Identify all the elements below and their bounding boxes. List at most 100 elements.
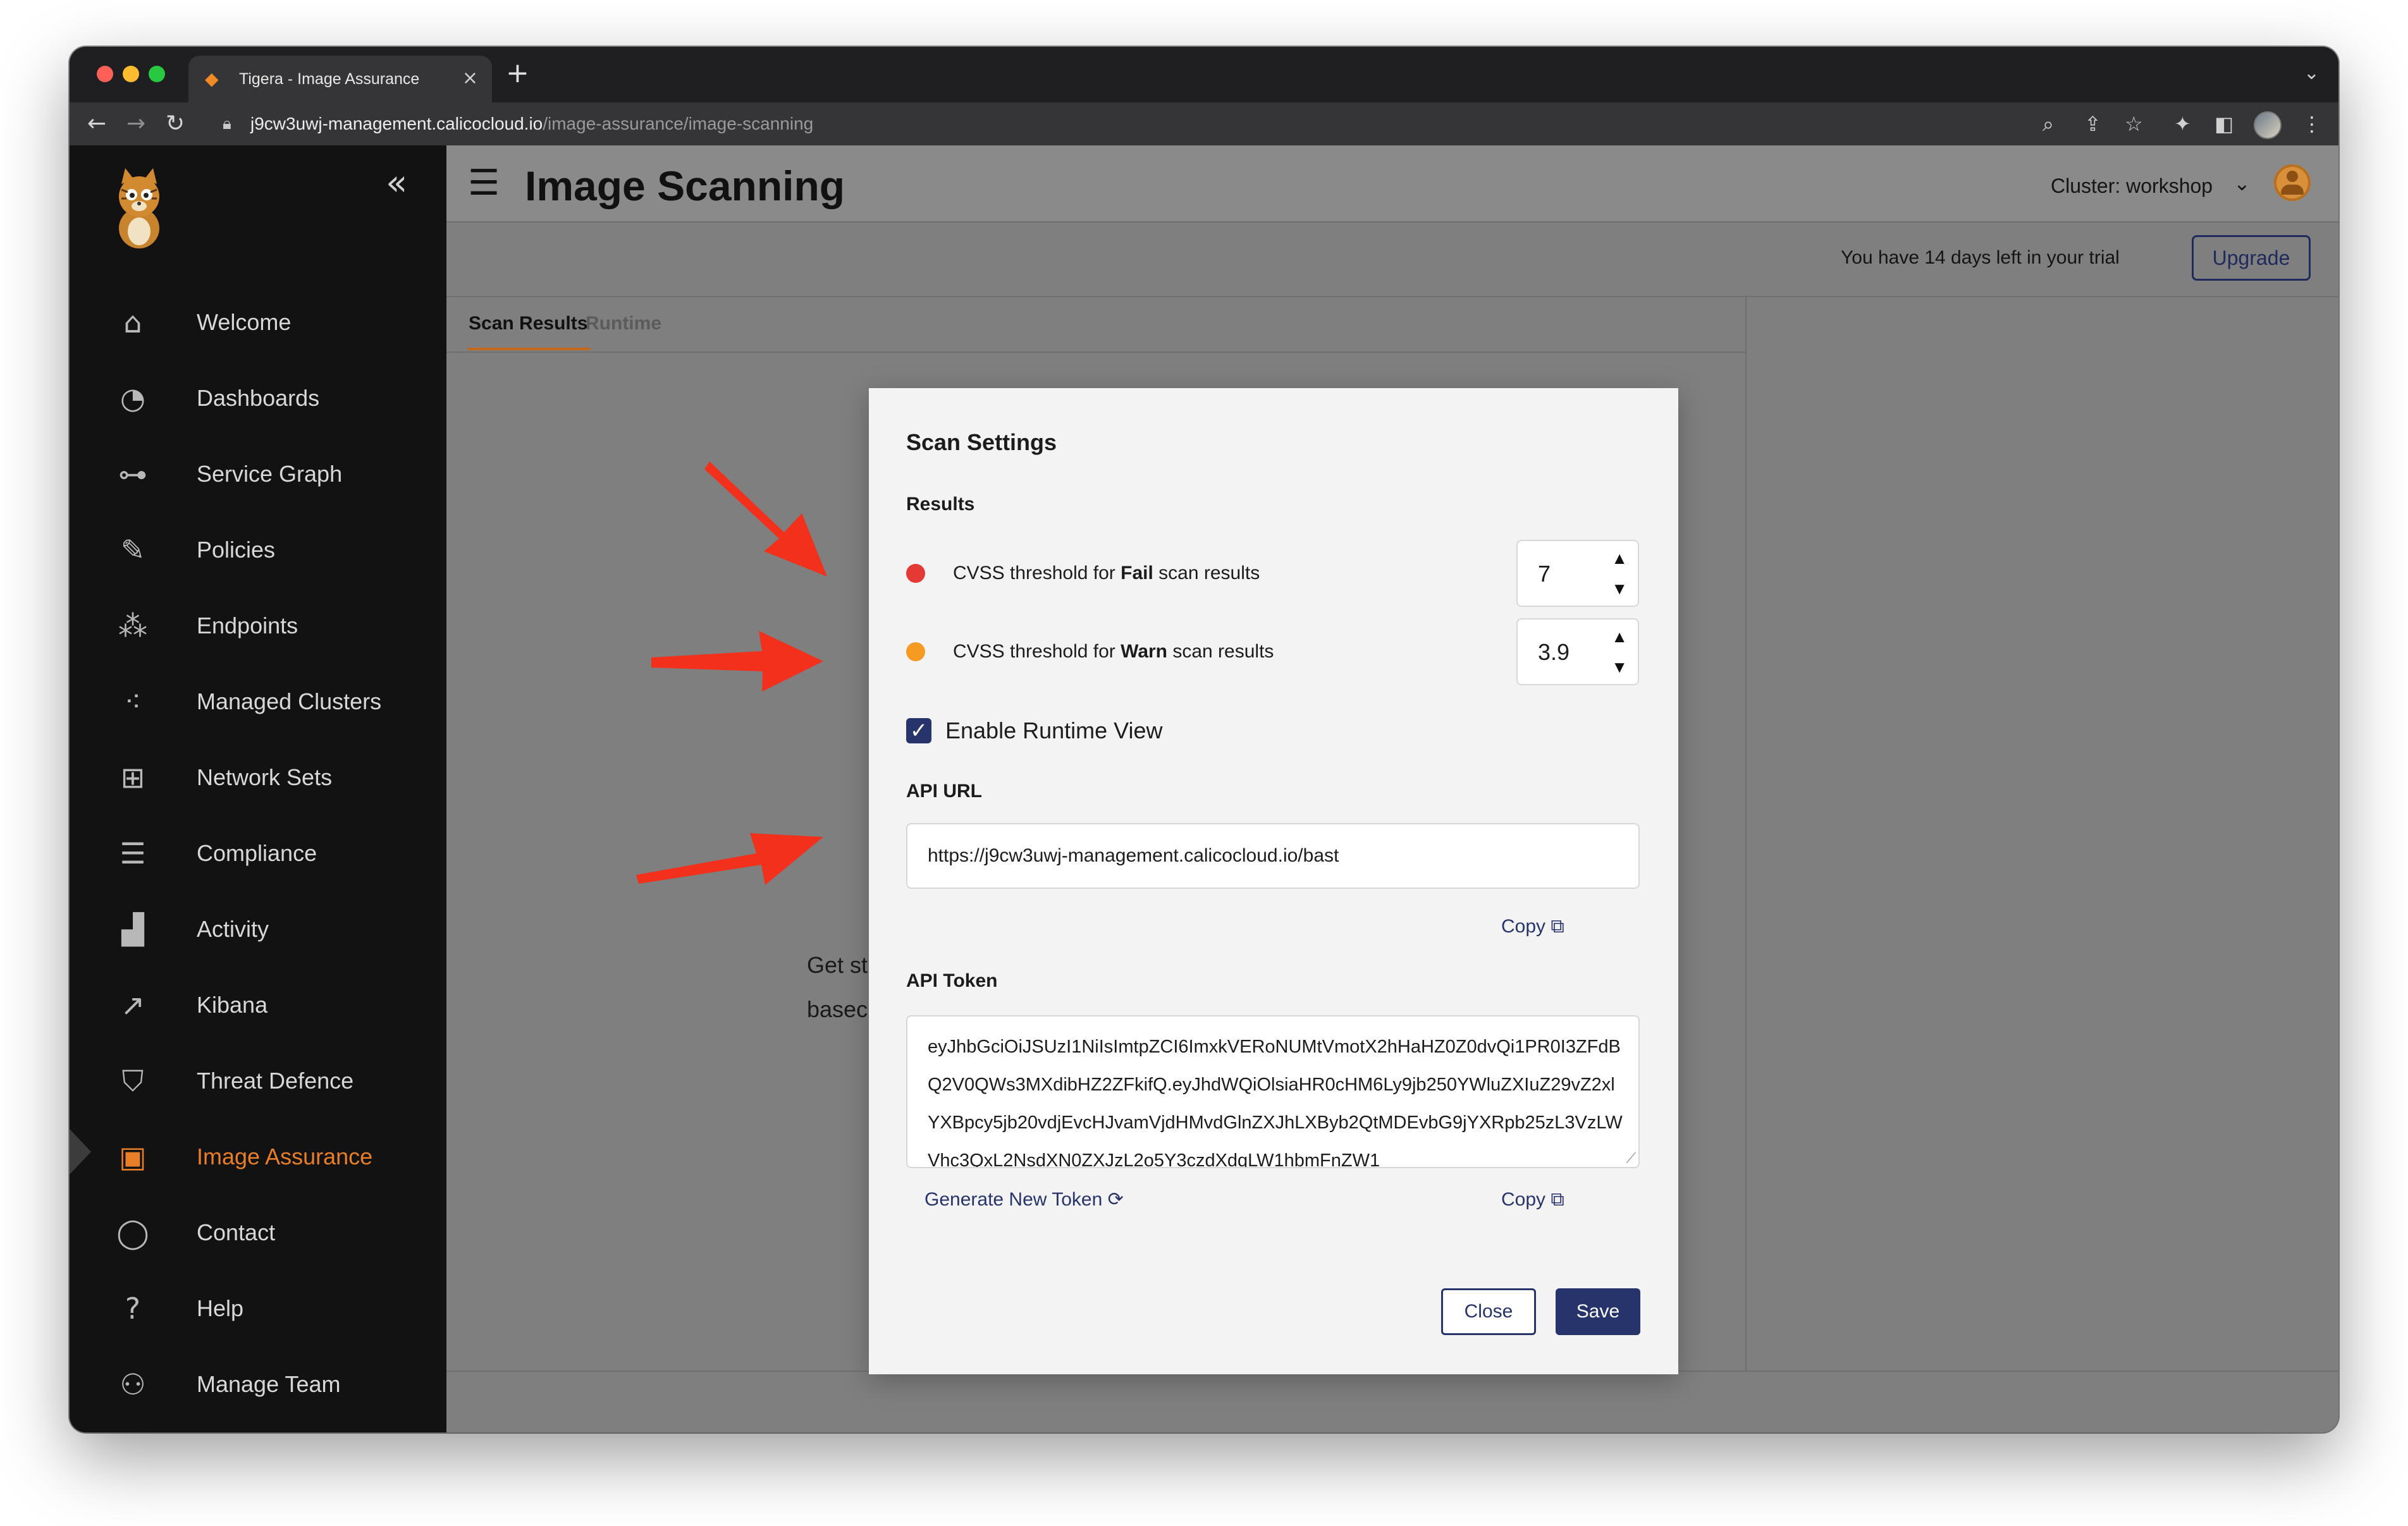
collapse-sidebar-icon[interactable]: « [386, 164, 407, 202]
fail-label-prefix: CVSS threshold for [953, 563, 1121, 583]
sidebar-item-manage-team[interactable]: ⚇ Manage Team [70, 1349, 446, 1412]
fail-label-suffix: scan results [1153, 563, 1260, 583]
active-tab-indicator [468, 348, 591, 350]
api-url-value[interactable]: https://j9cw3uwj-management.calicocloud.… [928, 843, 1339, 869]
hamburger-menu-icon[interactable]: ☰ [468, 164, 500, 202]
side-panel-icon[interactable]: ◧ [2214, 110, 2233, 138]
tab-search-chevron-icon[interactable]: ⌄ [2304, 59, 2319, 87]
copy-token-button[interactable]: Copy ⧉ [1501, 1187, 1564, 1212]
sidebar-item-activity[interactable]: ▟ Activity [70, 894, 446, 957]
sidebar-item-kibana[interactable]: ↗ Kibana [70, 970, 446, 1033]
sidebar-item-managed-clusters[interactable]: ⁖ Managed Clusters [70, 666, 446, 729]
extensions-puzzle-icon[interactable]: ✦ [2174, 110, 2191, 138]
bookmark-star-icon[interactable]: ☆ [2125, 110, 2143, 138]
save-button[interactable]: Save [1556, 1288, 1640, 1335]
browser-menu-icon[interactable]: ⋮ [2302, 110, 2322, 138]
sidebar-item-network-sets[interactable]: ⊞ Network Sets [70, 742, 446, 805]
fail-threshold-value[interactable]: 7 [1538, 559, 1551, 589]
warn-threshold-stepper[interactable]: 3.9 ▲ ▼ [1516, 618, 1639, 685]
tab-close-icon[interactable]: × [462, 67, 478, 90]
api-url-field[interactable]: https://j9cw3uwj-management.calicocloud.… [906, 823, 1640, 889]
decrement-arrow-icon[interactable]: ▼ [1611, 657, 1628, 676]
close-button[interactable]: Close [1441, 1288, 1536, 1335]
sidebar-item-label: Dashboards [197, 385, 320, 411]
refresh-icon: ⟳ [1107, 1189, 1124, 1210]
copy-url-button[interactable]: Copy ⧉ [1501, 914, 1564, 939]
tab-title: Tigera - Image Assurance [239, 70, 420, 88]
app: « ⌂ Welcome ◔ Dashboards ⊶ Service Graph ✎ Poli… [70, 145, 2338, 1432]
user-avatar[interactable] [2274, 164, 2311, 201]
copy-url-label: Copy [1501, 916, 1546, 937]
browser-window: ◆ Tigera - Image Assurance × + ⌄ ← → ↻ 🔒… [70, 47, 2338, 1432]
resize-handle-icon[interactable]: ⟋ [1626, 1151, 1636, 1166]
address-bar[interactable]: j9cw3uwj-management.calicocloud.io/image… [250, 111, 813, 137]
sidebar-item-threat-defence[interactable]: ⛉ Threat Defence [70, 1046, 446, 1109]
tab-scan-results[interactable]: Scan Results [469, 311, 587, 336]
fail-label-bold: Fail [1121, 563, 1153, 583]
maximize-window-button[interactable] [149, 66, 165, 82]
warn-threshold-label: CVSS threshold for Warn scan results [953, 639, 1274, 664]
warn-status-dot-icon [906, 642, 925, 661]
reload-icon[interactable]: ↻ [166, 109, 185, 139]
minimize-window-button[interactable] [123, 66, 139, 82]
increment-arrow-icon[interactable]: ▲ [1611, 549, 1628, 568]
enable-runtime-label[interactable]: Enable Runtime View [945, 716, 1163, 746]
lock-icon[interactable]: 🔒︎ [223, 111, 231, 137]
sidebar-item-help[interactable]: ? Help [70, 1273, 446, 1336]
warn-threshold-value[interactable]: 3.9 [1538, 637, 1570, 668]
trial-notice: You have 14 days left in your trial [1841, 247, 2120, 268]
page-title: Image Scanning [525, 162, 845, 209]
fail-threshold-stepper[interactable]: 7 ▲ ▼ [1516, 540, 1639, 607]
forward-arrow-icon[interactable]: → [126, 109, 145, 139]
network-sets-icon: ⊞ [120, 760, 145, 795]
browser-toolbar: ← → ↻ 🔒︎ j9cw3uwj-management.calicocloud… [70, 102, 2338, 145]
api-token-field[interactable]: eyJhbGciOiJSUzI1NiIsImtpZCI6ImxkVERoNUMt… [906, 1015, 1640, 1168]
share-icon[interactable]: ⇪ [2084, 110, 2101, 138]
increment-arrow-icon[interactable]: ▲ [1611, 627, 1628, 646]
sidebar-item-image-assurance[interactable]: ▣ Image Assurance [70, 1121, 446, 1185]
sidebar-item-dashboards[interactable]: ◔ Dashboards [70, 363, 446, 426]
browser-tab[interactable]: ◆ Tigera - Image Assurance × [188, 56, 492, 102]
sidebar-item-contact[interactable]: ◯ Contact [70, 1197, 446, 1260]
tigera-favicon-icon: ◆ [205, 68, 219, 89]
sidebar-item-welcome[interactable]: ⌂ Welcome [70, 287, 446, 350]
shield-icon: ⛉ [121, 1064, 144, 1098]
sidebar-item-endpoints[interactable]: ⁂ Endpoints [70, 590, 446, 654]
scan-settings-dialog: Scan Settings Results CVSS threshold for… [869, 388, 1678, 1374]
close-window-button[interactable] [97, 66, 113, 82]
upgrade-button[interactable]: Upgrade [2192, 235, 2311, 281]
enable-runtime-checkbox[interactable]: ✓ [906, 718, 931, 743]
sidebar-item-label: Managed Clusters [197, 688, 382, 714]
generate-new-token-button[interactable]: Generate New Token ⟳ [924, 1187, 1124, 1212]
service-graph-icon: ⊶ [118, 457, 147, 491]
dialog-title: Scan Settings [906, 429, 1057, 455]
sidebar-item-label: Image Assurance [197, 1144, 373, 1169]
fail-status-dot-icon [906, 564, 925, 583]
sidebar-item-compliance[interactable]: ☰ Compliance [70, 818, 446, 881]
help-icon: ? [125, 1291, 141, 1326]
browser-profile-avatar[interactable] [2254, 111, 2282, 139]
sidebar-item-label: Service Graph [197, 461, 343, 487]
api-token-value[interactable]: eyJhbGciOiJSUzI1NiIsImtpZCI6ImxkVERoNUMt… [928, 1028, 1623, 1167]
chevron-down-icon[interactable]: ⌄ [2233, 171, 2251, 196]
cluster-selector[interactable]: Cluster: workshop [2051, 173, 2213, 198]
back-arrow-icon[interactable]: ← [87, 109, 106, 139]
zoom-icon[interactable]: ⌕ [2042, 110, 2054, 138]
decrement-arrow-icon[interactable]: ▼ [1611, 579, 1628, 598]
managed-clusters-icon: ⁖ [124, 685, 142, 719]
image-assurance-icon: ▣ [119, 1140, 147, 1174]
url-path: /image-assurance/image-scanning [543, 114, 814, 133]
new-tab-button[interactable]: + [506, 58, 529, 89]
generate-token-label: Generate New Token [924, 1189, 1103, 1210]
endpoints-icon: ⁂ [118, 609, 147, 643]
api-url-heading: API URL [906, 781, 982, 802]
fail-threshold-label: CVSS threshold for Fail scan results [953, 561, 1260, 586]
tab-runtime[interactable]: Runtime [586, 311, 661, 336]
sidebar-item-label: Activity [197, 916, 269, 942]
sidebar-item-label: Help [197, 1295, 244, 1321]
empty-state-text: basec [807, 996, 868, 1022]
tabs-divider [446, 351, 1745, 353]
sidebar-item-service-graph[interactable]: ⊶ Service Graph [70, 439, 446, 502]
sidebar-item-policies[interactable]: ✎ Policies [70, 515, 446, 578]
empty-state-text: Get st [807, 952, 868, 978]
